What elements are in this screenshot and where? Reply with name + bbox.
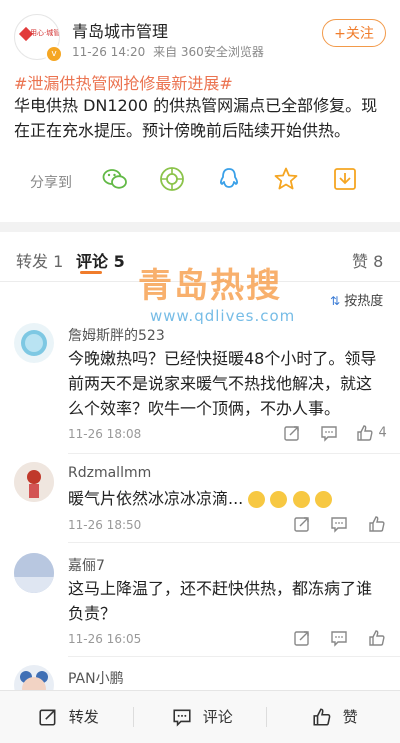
- tab-active-indicator: [80, 271, 102, 274]
- post-time: 11-26 14:20: [72, 45, 146, 59]
- repost-icon[interactable]: [293, 515, 311, 533]
- like-button[interactable]: 4: [356, 424, 387, 442]
- like-count: 4: [378, 425, 387, 441]
- like-label: 赞: [342, 708, 358, 726]
- moments-icon[interactable]: [159, 166, 185, 192]
- account-name[interactable]: 青岛城市管理: [72, 18, 168, 42]
- comment-divider: [68, 542, 400, 543]
- qq-icon[interactable]: [216, 166, 242, 192]
- logo-text: 用心·城管: [30, 29, 60, 37]
- repost-button[interactable]: 转发: [38, 706, 99, 727]
- repost-icon[interactable]: [283, 424, 301, 442]
- post-meta: 11-26 14:20 来自 360安全浏览器: [72, 43, 264, 60]
- tab-repost[interactable]: 转发 1: [16, 248, 63, 272]
- emoji-sleepy-icon: [292, 491, 310, 508]
- comment-text: 暖气片依然冰凉冰凉滴...: [68, 486, 332, 511]
- hashtag-link[interactable]: #泄漏供热管网抢修最新进展#: [14, 70, 233, 94]
- commenter-name[interactable]: PAN小鹏: [68, 668, 124, 688]
- sort-by-hot-button[interactable]: ⇅ 按热度: [330, 290, 383, 309]
- repost-icon[interactable]: [293, 629, 311, 647]
- share-label: 分享到: [30, 175, 72, 191]
- post-body: 华电供热 DN1200 的供热管网漏点已全部修复。现在正在充水提压。预计傍晚前后…: [14, 96, 378, 140]
- emoji-sleepy-icon: [270, 491, 288, 508]
- bar-divider: [266, 707, 267, 727]
- comment-time: 11-26 18:08: [68, 427, 142, 441]
- sort-icon: ⇅: [330, 294, 341, 308]
- commenter-avatar[interactable]: [14, 553, 54, 593]
- section-separator: [0, 222, 400, 232]
- commenter-name[interactable]: 詹姆斯胖的523: [68, 325, 165, 345]
- comment-text: 今晚嫩热吗？已经快挺暖48个小时了。领导前两天不是说家来暖气不热找他解决，就这么…: [68, 349, 377, 418]
- sort-label: 按热度: [344, 294, 384, 309]
- follow-button[interactable]: +关注: [322, 19, 386, 47]
- comment-icon[interactable]: [320, 424, 338, 442]
- commenter-avatar[interactable]: [14, 462, 54, 502]
- watermark-title: 青岛热搜: [138, 266, 282, 306]
- like-button[interactable]: 赞: [312, 706, 358, 727]
- bar-divider: [133, 707, 134, 727]
- tab-comment[interactable]: 评论 5: [76, 248, 125, 272]
- emoji-sleepy-icon: [314, 491, 332, 508]
- comment-label: 评论: [202, 708, 233, 726]
- commenter-avatar[interactable]: [14, 323, 54, 363]
- repost-label: 转发: [68, 708, 99, 726]
- comment-button[interactable]: 评论: [172, 706, 233, 727]
- comment-text: 这马上降温了，还不赶快供热，都冻病了谁负责？: [68, 579, 373, 623]
- comment-divider: [68, 656, 400, 657]
- like-button[interactable]: [368, 629, 386, 647]
- bottom-action-bar: 转发 评论 赞: [0, 690, 400, 743]
- commenter-name[interactable]: 嘉俪7: [68, 555, 105, 575]
- comment-icon[interactable]: [330, 515, 348, 533]
- tab-like[interactable]: 赞 8: [352, 248, 383, 272]
- comment-time: 11-26 18:50: [68, 518, 142, 532]
- commenter-name[interactable]: Rdzmallmm: [68, 465, 151, 481]
- like-button[interactable]: [368, 515, 386, 533]
- verified-badge-icon: v: [45, 45, 63, 63]
- post-source: 来自 360安全浏览器: [153, 45, 264, 59]
- comment-icon[interactable]: [330, 629, 348, 647]
- wechat-icon[interactable]: [102, 166, 128, 192]
- watermark-url: www.qdlives.com: [150, 307, 296, 325]
- emoji-sleepy-icon: [248, 491, 266, 508]
- comment-time: 11-26 16:05: [68, 632, 142, 646]
- comment-divider: [68, 453, 400, 454]
- favorite-icon[interactable]: [273, 166, 299, 192]
- save-icon[interactable]: [332, 166, 358, 192]
